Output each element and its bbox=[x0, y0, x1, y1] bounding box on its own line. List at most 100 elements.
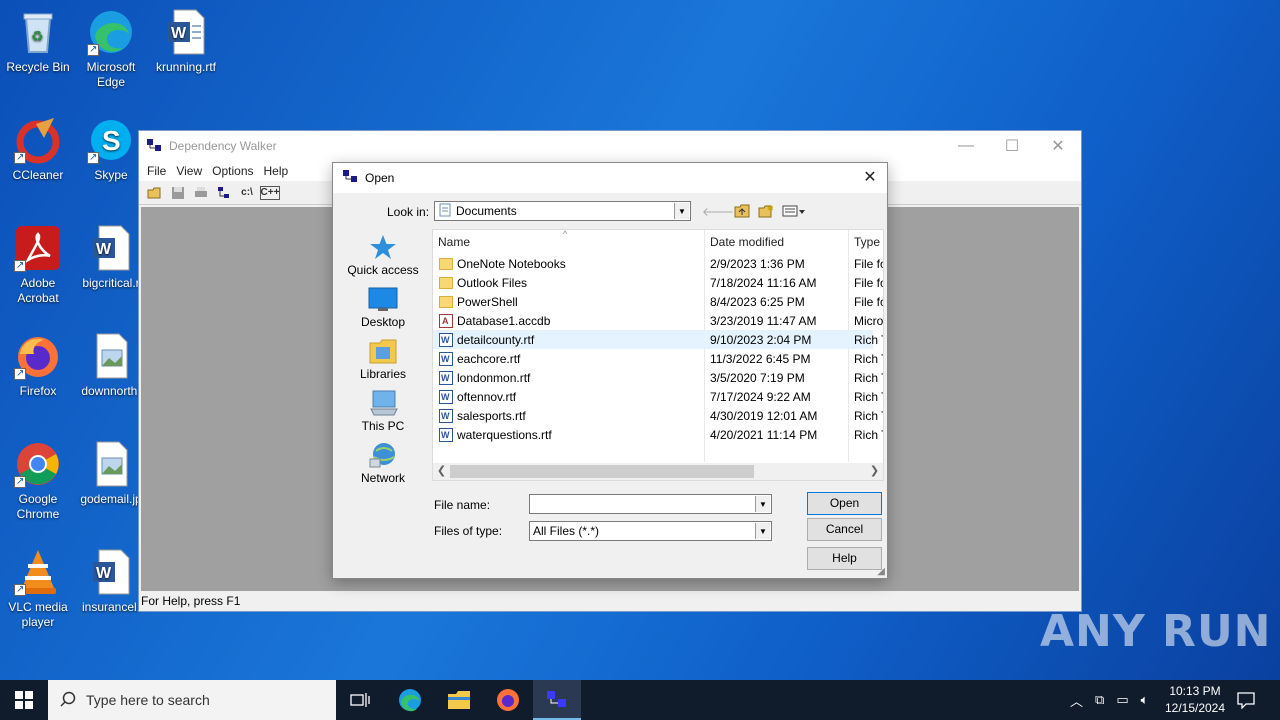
file-row[interactable]: Outlook Files 7/18/2024 11:16 AM File fo bbox=[433, 273, 883, 292]
libraries-icon bbox=[368, 337, 398, 365]
menu-file[interactable]: File bbox=[143, 164, 172, 178]
open-icon[interactable] bbox=[145, 184, 165, 202]
edge-taskbar-icon[interactable] bbox=[386, 680, 434, 720]
depwalker-taskbar-icon[interactable] bbox=[533, 680, 581, 720]
file-date-cell: 4/30/2019 12:01 AM bbox=[710, 408, 818, 423]
dialog-nav-toolbar: 🡐 ✱ bbox=[702, 203, 807, 219]
resize-grip-icon[interactable]: ◢ bbox=[877, 566, 885, 577]
desktop-icon-krunning[interactable]: W krunning.rtf bbox=[148, 8, 224, 75]
cpp-button[interactable]: C++ bbox=[260, 185, 280, 200]
print-icon[interactable] bbox=[191, 184, 211, 202]
desktop-icon-acrobat[interactable]: Adobe Acrobat bbox=[0, 224, 76, 306]
place-quick-access[interactable]: Quick access bbox=[341, 231, 425, 283]
horizontal-scrollbar[interactable]: ❮ ❯ bbox=[433, 463, 883, 480]
file-row[interactable]: Database1.accdb 3/23/2019 11:47 AM Micro bbox=[433, 311, 883, 330]
desktop-icon-label: Recycle Bin bbox=[6, 60, 70, 74]
desktop-icon-edge[interactable]: Microsoft Edge bbox=[73, 8, 149, 90]
file-row[interactable]: waterquestions.rtf 4/20/2021 11:14 PM Rich… bbox=[433, 425, 883, 444]
save-icon[interactable] bbox=[168, 184, 188, 202]
file-row[interactable]: salesports.rtf 4/30/2019 12:01 AM Rich T bbox=[433, 406, 883, 425]
desktop-icon-label: bigcritical.r bbox=[82, 276, 140, 290]
file-row[interactable]: londonmon.rtf 3/5/2020 7:19 PM Rich T bbox=[433, 368, 883, 387]
scrollbar-thumb[interactable] bbox=[450, 465, 754, 478]
start-button[interactable] bbox=[0, 680, 48, 720]
place-label: Network bbox=[360, 471, 405, 485]
menu-view[interactable]: View bbox=[172, 164, 208, 178]
new-folder-icon[interactable]: ✱ bbox=[757, 203, 775, 219]
place-network[interactable]: Network bbox=[341, 439, 425, 491]
task-view-icon[interactable] bbox=[336, 680, 384, 720]
desktop-icon-ccleaner[interactable]: CCleaner bbox=[0, 116, 76, 183]
place-this-pc[interactable]: This PC bbox=[341, 387, 425, 439]
minimize-button[interactable]: — bbox=[943, 131, 989, 161]
desktop-icon-label: Adobe Acrobat bbox=[17, 276, 59, 305]
c-drive-button[interactable]: c:\ bbox=[237, 184, 257, 202]
file-type-cell: Micro bbox=[854, 313, 884, 328]
maximize-button[interactable]: ☐ bbox=[989, 131, 1035, 161]
close-icon[interactable]: ✕ bbox=[859, 168, 881, 188]
help-button[interactable]: Help bbox=[807, 547, 882, 570]
column-header-date[interactable]: Date modified bbox=[705, 230, 847, 254]
firefox-icon bbox=[14, 332, 62, 381]
file-type-cell: File fo bbox=[854, 275, 884, 290]
file-row[interactable]: detailcounty.rtf 9/10/2023 2:04 PM Rich T bbox=[433, 330, 883, 349]
look-in-dropdown[interactable]: Documents ▼ bbox=[434, 201, 691, 221]
chevron-down-icon[interactable]: ▼ bbox=[755, 523, 770, 539]
menu-help[interactable]: Help bbox=[260, 164, 295, 178]
word-doc-icon: W bbox=[87, 224, 135, 272]
dialog-title-bar[interactable]: Open bbox=[333, 163, 887, 193]
cancel-button[interactable]: Cancel bbox=[807, 518, 882, 541]
volume-icon[interactable]: 🔈︎ bbox=[1141, 692, 1149, 708]
file-row[interactable]: oftennov.rtf 7/17/2024 9:22 AM Rich T bbox=[433, 387, 883, 406]
desktop-icon-label: Google Chrome bbox=[16, 492, 60, 521]
tree-icon[interactable] bbox=[214, 184, 234, 202]
up-folder-icon[interactable] bbox=[733, 203, 751, 219]
skype-icon: S bbox=[87, 116, 135, 165]
svg-text:✱: ✱ bbox=[767, 204, 774, 213]
notification-icon[interactable] bbox=[1236, 680, 1256, 720]
file-name-input[interactable]: ▼ bbox=[529, 494, 772, 514]
desktop-icon-chrome[interactable]: Google Chrome bbox=[0, 440, 76, 522]
scroll-right-icon[interactable]: ❯ bbox=[866, 463, 883, 480]
search-icon bbox=[60, 691, 76, 710]
menu-options[interactable]: Options bbox=[208, 164, 259, 178]
column-header-name[interactable]: Name ^ bbox=[433, 230, 703, 254]
svg-text:W: W bbox=[96, 565, 112, 582]
desktop-icon-firefox[interactable]: Firefox bbox=[0, 332, 76, 399]
firefox-taskbar-icon[interactable] bbox=[484, 680, 532, 720]
open-dialog: Open ✕ Look in: Documents ▼ 🡐 ✱ Quick ac… bbox=[332, 162, 888, 579]
file-type-cell: File fo bbox=[854, 294, 884, 309]
file-name-cell: salesports.rtf bbox=[439, 408, 701, 423]
place-libraries[interactable]: Libraries bbox=[341, 335, 425, 387]
file-row[interactable]: eachcore.rtf 11/3/2022 6:45 PM Rich T bbox=[433, 349, 883, 368]
network-tray-icon[interactable]: ▭ bbox=[1116, 692, 1128, 708]
meet-now-icon[interactable]: ⧉ bbox=[1095, 692, 1104, 708]
view-menu-icon[interactable] bbox=[781, 203, 807, 219]
vlc-icon bbox=[14, 548, 62, 597]
file-date-cell: 4/20/2021 11:14 PM bbox=[710, 427, 818, 442]
dw-title-bar[interactable]: Dependency Walker bbox=[139, 131, 1081, 161]
desktop-icon-vlc[interactable]: VLC media player bbox=[0, 548, 76, 630]
file-name-cell: eachcore.rtf bbox=[439, 351, 701, 366]
chevron-down-icon[interactable]: ▼ bbox=[755, 496, 770, 512]
file-type-dropdown[interactable]: All Files (*.*) ▼ bbox=[529, 521, 772, 541]
desktop-icon-recycle-bin[interactable]: ♻ Recycle Bin bbox=[0, 8, 76, 75]
computer-icon bbox=[368, 389, 398, 417]
file-type-cell: Rich T bbox=[854, 427, 883, 442]
file-explorer-icon[interactable] bbox=[435, 680, 483, 720]
back-arrow-icon[interactable]: 🡐 bbox=[702, 203, 734, 219]
close-button[interactable]: ✕ bbox=[1035, 131, 1081, 161]
chevron-down-icon[interactable]: ▼ bbox=[674, 203, 689, 219]
file-row[interactable]: PowerShell 8/4/2023 6:25 PM File fo bbox=[433, 292, 883, 311]
clock[interactable]: 10:13 PM 12/15/2024 bbox=[1160, 683, 1230, 717]
file-row[interactable]: OneNote Notebooks 2/9/2023 1:36 PM File fo bbox=[433, 254, 883, 273]
scroll-left-icon[interactable]: ❮ bbox=[433, 463, 450, 480]
taskbar-search-box[interactable]: Type here to search bbox=[48, 680, 336, 720]
desktop-icon-label: Microsoft Edge bbox=[86, 60, 136, 89]
file-date-cell: 7/18/2024 11:16 AM bbox=[710, 275, 817, 290]
place-desktop[interactable]: Desktop bbox=[341, 283, 425, 335]
chevron-up-icon[interactable]: ︿ bbox=[1070, 691, 1083, 710]
file-type-cell: File fo bbox=[854, 256, 884, 271]
column-header-type[interactable]: Type bbox=[849, 230, 883, 254]
open-button[interactable]: Open bbox=[807, 492, 882, 515]
